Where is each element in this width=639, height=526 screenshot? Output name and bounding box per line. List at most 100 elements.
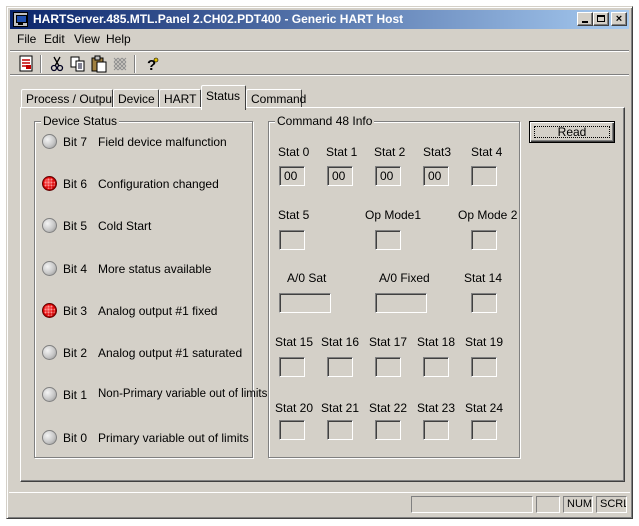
bit-0-desc: Primary variable out of limits xyxy=(98,431,249,445)
stat-1-field[interactable]: 00 xyxy=(327,166,353,186)
bit-3-desc: Analog output #1 fixed xyxy=(98,304,218,318)
grid-disabled-icon[interactable] xyxy=(111,55,129,73)
bit-0-indicator xyxy=(42,430,57,445)
device-status-title: Device Status xyxy=(41,114,120,128)
bit-7-indicator xyxy=(42,134,57,149)
bit-2-indicator xyxy=(42,345,57,360)
stat-21-field[interactable] xyxy=(327,420,353,440)
command-48-title: Command 48 Info xyxy=(275,114,375,128)
bit-3-label: Bit 3 xyxy=(63,304,88,318)
stat-1-label: Stat 1 xyxy=(326,145,358,159)
status-pane-num: NUM xyxy=(563,496,593,513)
stat-19-label: Stat 19 xyxy=(465,335,504,349)
bit-4-label: Bit 4 xyxy=(63,262,88,276)
stat-2-label: Stat 2 xyxy=(374,145,406,159)
ao-sat-label: A/0 Sat xyxy=(287,271,327,285)
toolbar-separator xyxy=(134,55,136,73)
stat-23-label: Stat 23 xyxy=(417,401,456,415)
op-mode-2-label: Op Mode 2 xyxy=(458,208,518,222)
stat-0-field[interactable]: 00 xyxy=(279,166,305,186)
stat-19-field[interactable] xyxy=(471,357,497,377)
read-button[interactable]: Read xyxy=(529,121,615,143)
stat-18-label: Stat 18 xyxy=(417,335,456,349)
copy-icon[interactable] xyxy=(69,55,87,73)
menu-edit[interactable]: Edit xyxy=(44,32,65,46)
stat-14-label: Stat 14 xyxy=(464,271,503,285)
bit-5-desc: Cold Start xyxy=(98,219,152,233)
maximize-icon xyxy=(597,15,605,22)
tab-device[interactable]: Device xyxy=(113,89,159,109)
status-bar: NUM SCRL xyxy=(9,492,630,514)
stat-4-field[interactable] xyxy=(471,166,497,186)
bit-1-indicator xyxy=(42,387,57,402)
bit-4-indicator xyxy=(42,261,57,276)
paste-icon[interactable] xyxy=(90,55,108,73)
stat-15-field[interactable] xyxy=(279,357,305,377)
stat-14-field[interactable] xyxy=(471,293,497,313)
bit-0-label: Bit 0 xyxy=(63,431,88,445)
ao-fixed-field[interactable] xyxy=(375,293,427,313)
bit-3-indicator xyxy=(42,303,57,318)
menu-file[interactable]: File xyxy=(17,32,36,46)
stat-2-field[interactable]: 00 xyxy=(375,166,401,186)
stat-5-label: Stat 5 xyxy=(278,208,310,222)
status-pane-main xyxy=(411,496,533,513)
tab-status[interactable]: Status xyxy=(201,85,246,110)
stat-23-field[interactable] xyxy=(423,420,449,440)
stat-20-field[interactable] xyxy=(279,420,305,440)
menu-view[interactable]: View xyxy=(74,32,100,46)
bit-1-desc: Non-Primary variable out of limits xyxy=(98,388,268,400)
minimize-button[interactable] xyxy=(577,12,593,26)
toolbar: ? xyxy=(10,50,629,76)
ao-sat-field[interactable] xyxy=(279,293,331,313)
stat-5-field[interactable] xyxy=(279,230,305,250)
cut-icon[interactable] xyxy=(48,55,66,73)
op-mode-1-field[interactable] xyxy=(375,230,401,250)
close-icon: × xyxy=(615,13,623,25)
bit-4-desc: More status available xyxy=(98,262,212,276)
stat-21-label: Stat 21 xyxy=(321,401,360,415)
stat-15-label: Stat 15 xyxy=(275,335,314,349)
close-button[interactable]: × xyxy=(611,12,627,26)
status-pane-scrl: SCRL xyxy=(596,496,627,513)
bit-1-label: Bit 1 xyxy=(63,388,88,402)
maximize-button[interactable] xyxy=(593,12,609,26)
bit-5-label: Bit 5 xyxy=(63,219,88,233)
window-title: HARTServer.485.MTL.Panel 2.CH02.PDT400 -… xyxy=(33,12,404,26)
stat-20-label: Stat 20 xyxy=(275,401,314,415)
stat-22-label: Stat 22 xyxy=(369,401,408,415)
stat-16-field[interactable] xyxy=(327,357,353,377)
bit-2-desc: Analog output #1 saturated xyxy=(98,346,243,360)
menu-help[interactable]: Help xyxy=(106,32,131,46)
stat-17-field[interactable] xyxy=(375,357,401,377)
bit-7-label: Bit 7 xyxy=(63,135,88,149)
minimize-icon xyxy=(582,21,588,23)
toolbar-separator xyxy=(40,55,42,73)
tab-hart[interactable]: HART xyxy=(159,89,201,109)
stat-18-field[interactable] xyxy=(423,357,449,377)
command-48-group: Command 48 Info Stat 0 00 Stat 1 00 Stat… xyxy=(268,114,520,458)
tab-command[interactable]: Command xyxy=(246,89,306,109)
bit-6-label: Bit 6 xyxy=(63,177,88,191)
stat-0-label: Stat 0 xyxy=(278,145,310,159)
bit-2-label: Bit 2 xyxy=(63,346,88,360)
stat-17-label: Stat 17 xyxy=(369,335,408,349)
title-bar[interactable]: HARTServer.485.MTL.Panel 2.CH02.PDT400 -… xyxy=(10,10,629,29)
op-mode-1-label: Op Mode1 xyxy=(365,208,422,222)
menu-bar: File Edit View Help xyxy=(10,30,629,48)
status-tab-panel: Device Status Bit 7 Field device malfunc… xyxy=(20,107,625,482)
app-icon[interactable] xyxy=(13,12,28,27)
ao-fixed-label: A/0 Fixed xyxy=(379,271,430,285)
bit-5-indicator xyxy=(42,218,57,233)
report-icon[interactable] xyxy=(17,55,35,73)
stat-3-field[interactable]: 00 xyxy=(423,166,449,186)
help-icon[interactable]: ? xyxy=(143,55,161,74)
stat-24-field[interactable] xyxy=(471,420,497,440)
stat-16-label: Stat 16 xyxy=(321,335,360,349)
bit-7-desc: Field device malfunction xyxy=(98,135,227,149)
bit-6-desc: Configuration changed xyxy=(98,177,219,191)
stat-22-field[interactable] xyxy=(375,420,401,440)
stat-3-label: Stat3 xyxy=(423,145,452,159)
tab-process-output[interactable]: Process / Output xyxy=(21,89,115,109)
op-mode-2-field[interactable] xyxy=(471,230,497,250)
